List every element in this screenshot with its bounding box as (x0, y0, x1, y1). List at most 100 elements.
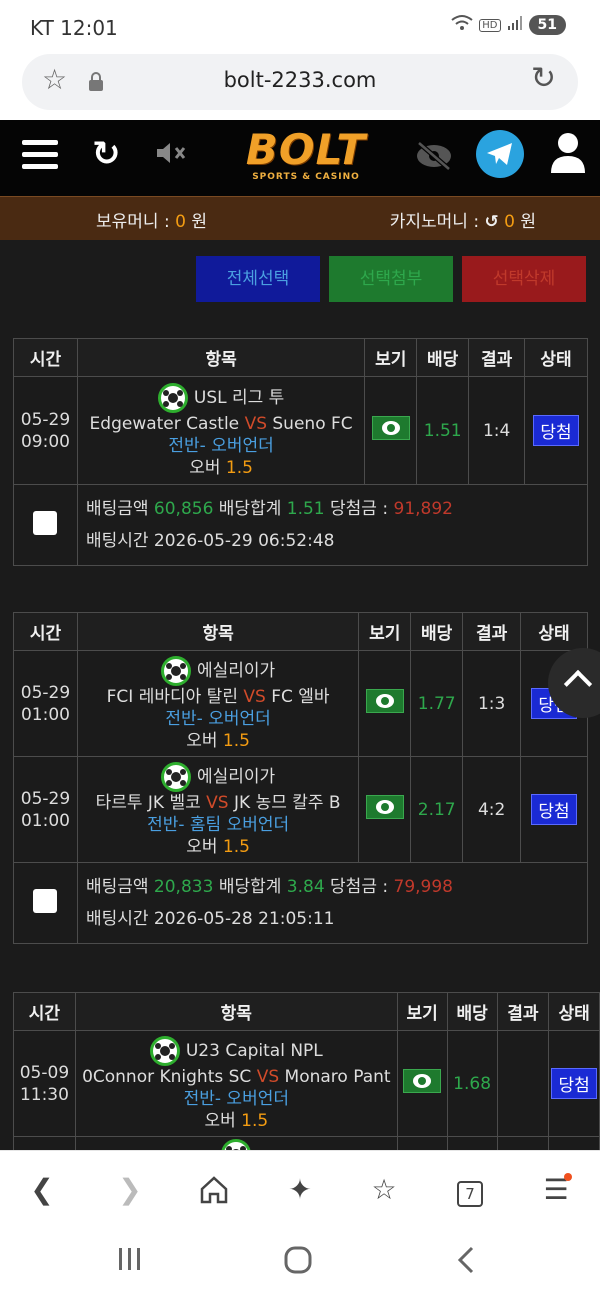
soccer-ball-icon (149, 1035, 180, 1066)
status-badge: 당첨 (531, 794, 577, 825)
select-all-button[interactable]: 전체선택 (196, 256, 320, 302)
soccer-ball-icon (157, 382, 188, 413)
battery-icon: 51 (528, 15, 566, 35)
bet-table-2: 시간 항목 보기 배당 결과 상태 05-29 01:00 에실리이가 FCI 레… (13, 612, 589, 944)
header-item: 항목 (76, 338, 366, 377)
table-header-row: 시간 항목 보기 배당 결과 상태 (13, 992, 600, 1031)
soccer-ball-icon (161, 761, 191, 792)
status-badge: 당첨 (533, 415, 579, 446)
header-result: 결과 (462, 612, 522, 651)
table-header-row: 시간 항목 보기 배당 결과 상태 (13, 338, 588, 377)
table-row: 05-29 09:00 USL 리그 투 Edgewater Castle VS … (13, 376, 588, 485)
status-icons: HD 51 (451, 14, 566, 36)
delete-selected-button[interactable]: 선택삭제 (462, 256, 586, 302)
user-icon[interactable] (550, 132, 586, 178)
recent-apps-icon[interactable] (116, 1246, 144, 1279)
casino-balance: 카지노머니 : ↺ 0 원 (389, 212, 536, 232)
bet-table-1: 시간 항목 보기 배당 결과 상태 05-29 09:00 USL 리그 투 Ed… (13, 338, 589, 566)
system-nav-bar (0, 1230, 600, 1301)
status-cell: 당첨 (524, 376, 588, 485)
header-status: 상태 (524, 338, 588, 377)
browser-menu-icon[interactable]: ☰ (526, 1165, 586, 1215)
result-value (496, 1030, 550, 1137)
header-view: 보기 (358, 612, 412, 651)
header-view: 보기 (364, 338, 418, 377)
money-balance: 보유머니 : 0 원 (96, 212, 207, 232)
status-bar: KT 12:01 HD 51 (0, 0, 600, 56)
header-result: 결과 (496, 992, 550, 1031)
status-time: KT 12:01 (30, 16, 118, 40)
match-info: 에실리이가 타르투 JK 벨코 VS JK 농므 칼주 B 전반- 홈팀 오버언… (76, 756, 360, 863)
casino-refresh-icon[interactable]: ↺ (484, 212, 498, 232)
status-cell: 당첨 (520, 756, 588, 863)
telegram-icon[interactable] (476, 130, 524, 178)
header-time: 시간 (13, 338, 78, 377)
view-cell (396, 1030, 448, 1137)
menu-icon[interactable] (22, 140, 58, 170)
home-circle-icon[interactable] (284, 1246, 312, 1281)
view-eye-button[interactable] (365, 795, 404, 819)
tabs-icon[interactable]: 7 (440, 1165, 500, 1215)
table-row: 05-29 01:00 에실리이가 타르투 JK 벨코 VS JK 농므 칼주 B… (13, 756, 588, 863)
bookmarks-icon[interactable]: ☆ (354, 1165, 414, 1215)
match-time: 05-29 09:00 (13, 376, 78, 485)
header-item: 항목 (76, 612, 360, 651)
system-back-icon[interactable] (456, 1246, 476, 1281)
select-checkbox[interactable] (33, 888, 58, 913)
table-row: 05-09 11:30 U23 Capital NPL 0Connor Knigh… (13, 1030, 600, 1137)
site-header: ↻ BOLT SPORTS & CASINO (0, 120, 600, 196)
bet-summary: 배팅금액 60,856 배당합계 1.51 당첨금 : 91,892 배팅시간 … (76, 484, 589, 566)
bet-summary-row: 배팅금액 20,833 배당합계 3.84 당첨금 : 79,998 배팅시간 … (13, 862, 589, 944)
result-value: 1:3 (462, 650, 522, 757)
ai-sparkle-icon[interactable]: ✦ (270, 1165, 330, 1215)
view-cell (364, 376, 418, 485)
forward-icon[interactable]: ❯ (100, 1165, 160, 1215)
refresh-icon[interactable]: ↻ (92, 134, 121, 174)
browser-bottom-nav: ❮ ❯ ✦ ☆ 7 ☰ (0, 1150, 600, 1230)
select-checkbox[interactable] (33, 510, 58, 535)
bet-summary: 배팅금액 20,833 배당합계 3.84 당첨금 : 79,998 배팅시간 … (76, 862, 589, 944)
header-odds: 배당 (416, 338, 470, 377)
result-value: 1:4 (468, 376, 526, 485)
header-time: 시간 (13, 992, 76, 1031)
odds-value: 1.77 (410, 650, 464, 757)
odds-value: 1.68 (446, 1030, 498, 1137)
view-eye-button[interactable] (403, 1069, 442, 1093)
header-odds: 배당 (410, 612, 464, 651)
table-row: 05-29 01:00 에실리이가 FCI 레바디아 탈린 VS FC 엘바 전반… (13, 650, 588, 757)
attach-selected-button[interactable]: 선택첨부 (329, 256, 453, 302)
hide-eye-icon[interactable] (414, 140, 454, 176)
soccer-ball-icon (161, 655, 191, 686)
match-info: USL 리그 투 Edgewater Castle VS Sueno FC 전반… (76, 376, 366, 485)
wifi-icon (451, 14, 473, 36)
view-eye-button[interactable] (365, 689, 404, 713)
reload-icon[interactable]: ↻ (531, 64, 556, 94)
signal-icon (507, 15, 523, 35)
header-status: 상태 (520, 612, 588, 651)
header-result: 결과 (468, 338, 526, 377)
hd-icon: HD (479, 18, 501, 32)
view-cell (358, 650, 412, 757)
bet-summary-row: 배팅금액 60,856 배당합계 1.51 당첨금 : 91,892 배팅시간 … (13, 484, 589, 566)
table-header-row: 시간 항목 보기 배당 결과 상태 (13, 612, 588, 651)
odds-value: 2.17 (410, 756, 464, 863)
url-text[interactable]: bolt-2233.com (22, 68, 578, 92)
view-eye-button[interactable] (371, 416, 410, 440)
status-badge: 당첨 (551, 1068, 597, 1099)
notification-dot (564, 1173, 572, 1181)
back-icon[interactable]: ❮ (12, 1165, 72, 1215)
header-odds: 배당 (446, 992, 498, 1031)
address-bar[interactable]: ☆ bolt-2233.com ↻ (22, 54, 578, 110)
match-time: 05-09 11:30 (13, 1030, 76, 1137)
site-logo[interactable]: BOLT SPORTS & CASINO (228, 124, 384, 192)
header-item: 항목 (74, 992, 398, 1031)
status-cell: 당첨 (548, 1030, 600, 1137)
view-cell (358, 756, 412, 863)
home-icon[interactable] (184, 1165, 244, 1215)
balance-bar: 보유머니 : 0 원 카지노머니 : ↺ 0 원 (0, 196, 600, 240)
odds-value: 1.51 (416, 376, 470, 485)
match-info: U23 Capital NPL 0Connor Knights SC VS Mo… (74, 1030, 398, 1137)
match-info: 에실리이가 FCI 레바디아 탈린 VS FC 엘바 전반- 오버언더 오버 1… (76, 650, 360, 757)
match-time: 05-29 01:00 (13, 756, 78, 863)
mute-icon[interactable] (155, 140, 189, 172)
